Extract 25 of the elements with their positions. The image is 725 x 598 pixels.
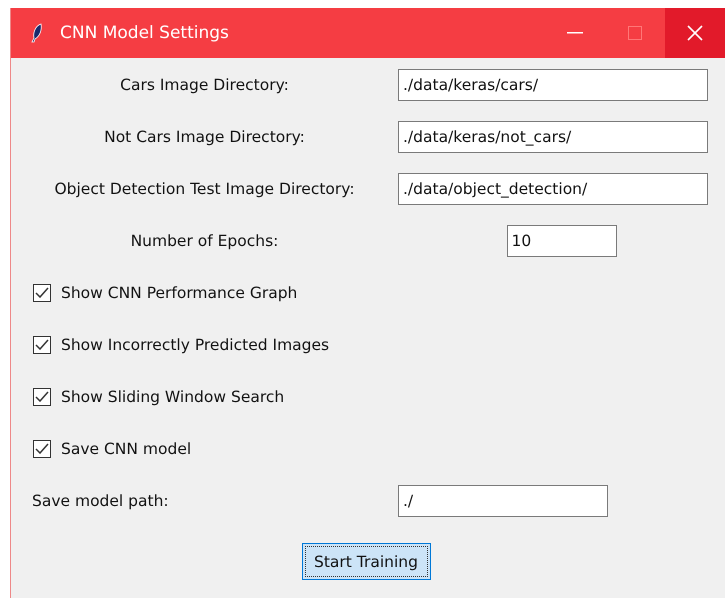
checkbox-label: Show Incorrectly Predicted Images (61, 336, 330, 354)
minimize-icon (567, 32, 583, 34)
field-label: Object Detection Test Image Directory: (54, 180, 355, 198)
checkbox-label: Show CNN Performance Graph (61, 284, 298, 302)
close-button[interactable] (665, 8, 725, 58)
checkbox[interactable] (33, 388, 51, 406)
text-field[interactable]: 10 (506, 225, 616, 257)
checkbox-label: Save CNN model (61, 440, 192, 458)
text-field[interactable]: ./data/keras/cars/ (398, 69, 708, 101)
field-label: Not Cars Image Directory: (104, 128, 305, 146)
maximize-icon (628, 26, 642, 40)
feather-icon (31, 23, 43, 43)
field-label: Number of Epochs: (130, 232, 278, 250)
checkbox-label: Show Sliding Window Search (61, 388, 284, 406)
window-title: CNN Model Settings (60, 23, 230, 43)
checkbox[interactable] (33, 440, 51, 458)
close-icon (687, 25, 703, 41)
text-field[interactable]: ./data/object_detection/ (398, 173, 708, 205)
field-label: Save model path: (32, 492, 169, 510)
text-field[interactable]: ./ (398, 485, 608, 517)
start-training-button[interactable]: Start Training (302, 543, 430, 580)
field-label: Cars Image Directory: (120, 76, 289, 94)
checkbox[interactable] (33, 336, 51, 354)
text-field[interactable]: ./data/keras/not_cars/ (398, 121, 708, 153)
checkbox[interactable] (33, 284, 51, 302)
